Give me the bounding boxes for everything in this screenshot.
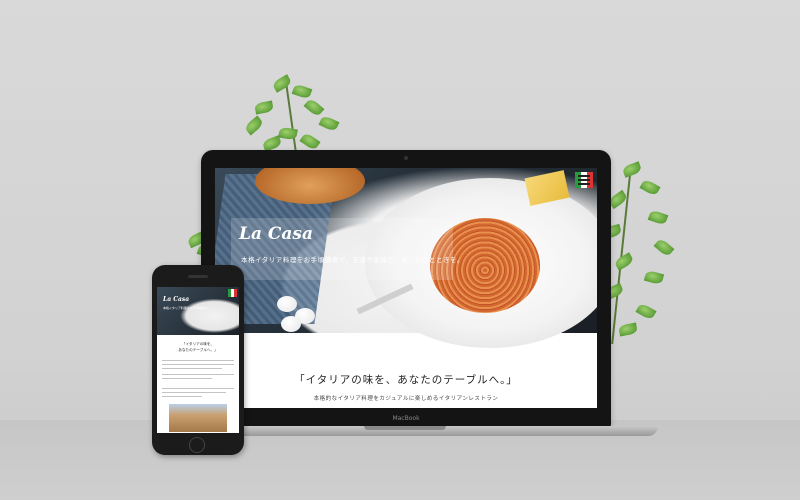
phone-text-line (162, 368, 222, 370)
site-subtitle: 本格イタリア料理をお手頃価格で。友達や家族と、楽しいひとときを。 (241, 256, 465, 264)
phone-menu-icon[interactable] (228, 289, 237, 297)
laptop-screen: La Casa 本格イタリア料理をお手頃価格で。友達や家族と、楽しいひとときを。… (215, 168, 597, 408)
plant-top (235, 72, 345, 162)
hamburger-menu-icon[interactable] (575, 172, 593, 188)
phone-text-line (162, 374, 234, 376)
phone-home-button[interactable] (189, 437, 205, 453)
phone-text-line (162, 396, 202, 398)
phone-screen: La Casa 本格イタリア料理をお手頃価格で。 「イタリアの味を、 あなたのテ… (157, 287, 239, 433)
phone-text-line (162, 364, 234, 366)
phone-site-subtitle: 本格イタリア料理をお手頃価格で。 (163, 306, 211, 310)
phone-section-heading: 「イタリアの味を、 あなたのテーブルへ。」 (178, 342, 218, 352)
phone-text-line (162, 392, 226, 394)
phone-speaker (188, 275, 208, 278)
site-title[interactable]: La Casa (239, 224, 313, 244)
section-heading: 「イタリアの味を、あなたのテーブルへ。」 (294, 374, 518, 386)
smartphone: La Casa 本格イタリア料理をお手頃価格で。 「イタリアの味を、 あなたのテ… (152, 265, 244, 455)
phone-site-title[interactable]: La Casa (163, 296, 189, 303)
section-tagline: 本格的なイタリア料理をカジュアルに楽しめるイタリアンレストラン (313, 396, 499, 402)
laptop-camera (404, 156, 408, 160)
phone-text-line (162, 378, 212, 380)
phone-text-line (162, 360, 234, 362)
phone-hero-image (157, 287, 239, 335)
laptop-brand-label: MacBook (392, 415, 420, 422)
laptop: La Casa 本格イタリア料理をお手頃価格で。友達や家族と、楽しいひとときを。… (201, 150, 611, 428)
phone-text-line (162, 388, 234, 390)
phone-street-photo (169, 404, 227, 432)
